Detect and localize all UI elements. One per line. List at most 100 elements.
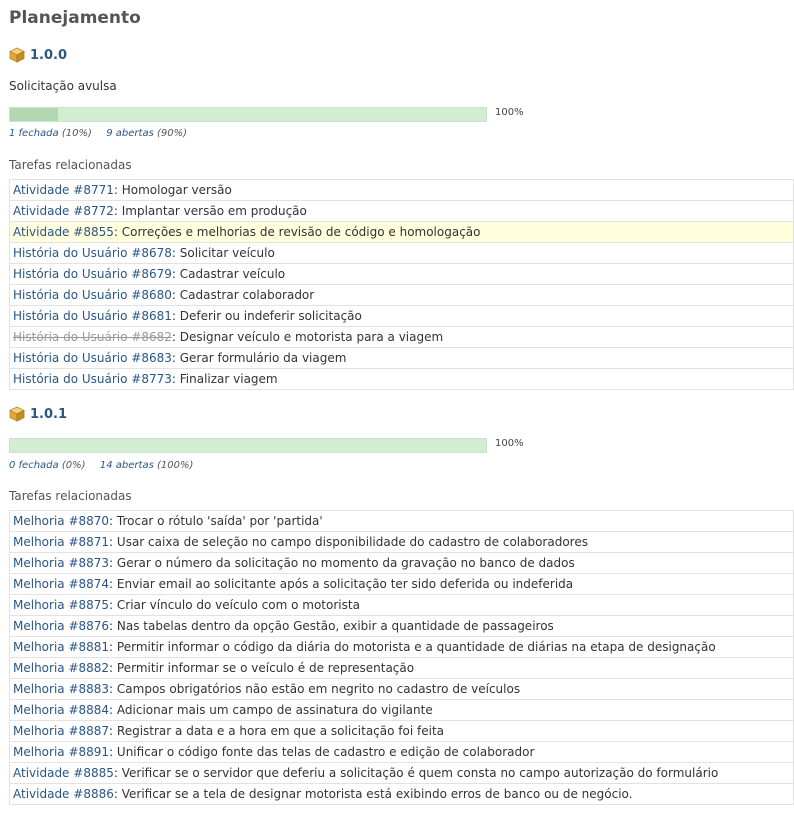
open-issues-link[interactable]: 14 abertas	[100, 460, 154, 471]
issue-link[interactable]: Melhoria #8881	[13, 640, 109, 654]
page-title: Planejamento	[9, 8, 141, 28]
related-issues-table: Melhoria #8870: Trocar o rótulo 'saída' …	[9, 510, 794, 805]
issue-subject: Verificar se o servidor que deferiu a so…	[121, 766, 719, 780]
issue-cell: Atividade #8855: Correções e melhorias d…	[9, 221, 794, 243]
version-heading: 1.0.0	[9, 45, 67, 65]
issue-row: Melhoria #8870: Trocar o rótulo 'saída' …	[9, 510, 794, 532]
issue-link[interactable]: Atividade #8772	[13, 204, 114, 218]
issue-row: História do Usuário #8773: Finalizar via…	[9, 368, 794, 390]
issue-cell: Melhoria #8876: Nas tabelas dentro da op…	[9, 615, 794, 637]
issue-cell: História do Usuário #8680: Cadastrar col…	[9, 284, 794, 306]
issue-cell: História do Usuário #8679: Cadastrar veí…	[9, 263, 794, 285]
open-issues-link[interactable]: 9 abertas	[106, 128, 154, 139]
progress-bar	[9, 438, 487, 453]
closed-issues-link[interactable]: 1 fechada	[9, 128, 59, 139]
issue-subject: Implantar versão em produção	[121, 204, 307, 218]
issue-link[interactable]: Melhoria #8870	[13, 514, 109, 528]
issue-subject: Gerar o número da solicitação no momento…	[116, 556, 575, 570]
issue-row: Melhoria #8891: Unificar o código fonte …	[9, 741, 794, 763]
issue-cell: Melhoria #8883: Campos obrigatórios não …	[9, 678, 794, 700]
issue-subject: Permitir informar se o veículo é de repr…	[116, 661, 415, 675]
issue-link[interactable]: Melhoria #8882	[13, 661, 109, 675]
issue-cell: Atividade #8886: Verificar se a tela de …	[9, 783, 794, 805]
version-progress: 100%	[9, 107, 524, 122]
issue-link[interactable]: Melhoria #8876	[13, 619, 109, 633]
progress-percent: 100%	[495, 438, 524, 449]
issue-link[interactable]: Melhoria #8887	[13, 724, 109, 738]
issue-link[interactable]: História do Usuário #8681	[13, 309, 172, 323]
issue-cell: História do Usuário #8773: Finalizar via…	[9, 368, 794, 390]
issue-subject: Cadastrar colaborador	[179, 288, 315, 302]
issue-link[interactable]: História do Usuário #8773	[13, 372, 172, 386]
issue-subject: Nas tabelas dentro da opção Gestão, exib…	[116, 619, 554, 633]
issue-link[interactable]: Melhoria #8884	[13, 703, 109, 717]
open-issues-percent: (100%)	[156, 460, 194, 471]
closed-issues-percent: (10%)	[61, 128, 92, 139]
issue-cell: História do Usuário #8682: Designar veíc…	[9, 326, 794, 348]
issue-subject: Deferir ou indeferir solicitação	[179, 309, 362, 323]
issue-cell: Melhoria #8875: Criar vínculo do veículo…	[9, 594, 794, 616]
issue-link[interactable]: Melhoria #8883	[13, 682, 109, 696]
issue-cell: Melhoria #8873: Gerar o número da solici…	[9, 552, 794, 574]
closed-issues-percent: (0%)	[61, 460, 86, 471]
issue-row: História do Usuário #8681: Deferir ou in…	[9, 305, 794, 327]
issue-row: História do Usuário #8679: Cadastrar veí…	[9, 263, 794, 285]
issue-subject: Enviar email ao solicitante após a solic…	[116, 577, 574, 591]
issue-subject: Criar vínculo do veículo com o motorista	[116, 598, 360, 612]
issue-row: Melhoria #8876: Nas tabelas dentro da op…	[9, 615, 794, 637]
progress-bar	[9, 107, 487, 122]
version-link[interactable]: 1.0.0	[30, 48, 67, 63]
issue-link-closed[interactable]: História do Usuário #8682	[13, 330, 172, 344]
issue-link[interactable]: Melhoria #8874	[13, 577, 109, 591]
issue-subject: Permitir informar o código da diária do …	[116, 640, 716, 654]
issue-cell: Melhoria #8884: Adicionar mais um campo …	[9, 699, 794, 721]
issue-subject: Usar caixa de seleção no campo disponibi…	[116, 535, 588, 549]
version-description: Solicitação avulsa	[9, 79, 117, 93]
issue-link[interactable]: Atividade #8855	[13, 225, 114, 239]
issue-subject: Verificar se a tela de designar motorist…	[121, 787, 633, 801]
issue-cell: Melhoria #8871: Usar caixa de seleção no…	[9, 531, 794, 553]
issue-link[interactable]: História do Usuário #8678	[13, 246, 172, 260]
progress-closed-fill	[10, 108, 58, 121]
issue-row: Atividade #8855: Correções e melhorias d…	[9, 221, 794, 243]
issue-subject: Registrar a data e a hora em que a solic…	[116, 724, 445, 738]
issue-link[interactable]: Melhoria #8871	[13, 535, 109, 549]
issue-subject: Unificar o código fonte das telas de cad…	[116, 745, 535, 759]
closed-issues-link[interactable]: 0 fechada	[9, 460, 59, 471]
issue-row: Melhoria #8881: Permitir informar o códi…	[9, 636, 794, 658]
issue-cell: História do Usuário #8683: Gerar formulá…	[9, 347, 794, 369]
issue-link[interactable]: História do Usuário #8683	[13, 351, 172, 365]
issue-subject: Solicitar veículo	[179, 246, 275, 260]
issue-subject: Trocar o rótulo 'saída' por 'partida'	[116, 514, 323, 528]
issue-cell: Melhoria #8874: Enviar email ao solicita…	[9, 573, 794, 595]
issue-cell: Melhoria #8891: Unificar o código fonte …	[9, 741, 794, 763]
issue-subject: Campos obrigatórios não estão em negrito…	[116, 682, 521, 696]
progress-percent: 100%	[495, 107, 524, 118]
issue-link[interactable]: Atividade #8771	[13, 183, 114, 197]
issue-link[interactable]: Melhoria #8873	[13, 556, 109, 570]
issue-row: Melhoria #8882: Permitir informar se o v…	[9, 657, 794, 679]
issue-row: Atividade #8886: Verificar se a tela de …	[9, 783, 794, 805]
issue-subject: Gerar formulário da viagem	[179, 351, 347, 365]
issue-cell: História do Usuário #8678: Solicitar veí…	[9, 242, 794, 264]
issue-cell: Atividade #8885: Verificar se o servidor…	[9, 762, 794, 784]
issue-link[interactable]: História do Usuário #8679	[13, 267, 172, 281]
version-link[interactable]: 1.0.1	[30, 407, 67, 422]
issue-subject: Correções e melhorias de revisão de códi…	[121, 225, 481, 239]
related-issues-table: Atividade #8771: Homologar versão Ativid…	[9, 179, 794, 390]
version-heading: 1.0.1	[9, 404, 67, 424]
issue-link[interactable]: Melhoria #8875	[13, 598, 109, 612]
issue-cell: Melhoria #8887: Registrar a data e a hor…	[9, 720, 794, 742]
related-issues-label: Tarefas relacionadas	[9, 489, 132, 503]
issue-link[interactable]: Melhoria #8891	[13, 745, 109, 759]
issue-cell: História do Usuário #8681: Deferir ou in…	[9, 305, 794, 327]
issue-cell: Atividade #8772: Implantar versão em pro…	[9, 200, 794, 222]
issue-link[interactable]: Atividade #8886	[13, 787, 114, 801]
issue-cell: Melhoria #8870: Trocar o rótulo 'saída' …	[9, 510, 794, 532]
issue-link[interactable]: Atividade #8885	[13, 766, 114, 780]
issue-subject: Finalizar viagem	[179, 372, 278, 386]
issue-cell: Melhoria #8882: Permitir informar se o v…	[9, 657, 794, 679]
issue-link[interactable]: História do Usuário #8680	[13, 288, 172, 302]
issue-subject: Homologar versão	[121, 183, 232, 197]
issue-cell: Melhoria #8881: Permitir informar o códi…	[9, 636, 794, 658]
